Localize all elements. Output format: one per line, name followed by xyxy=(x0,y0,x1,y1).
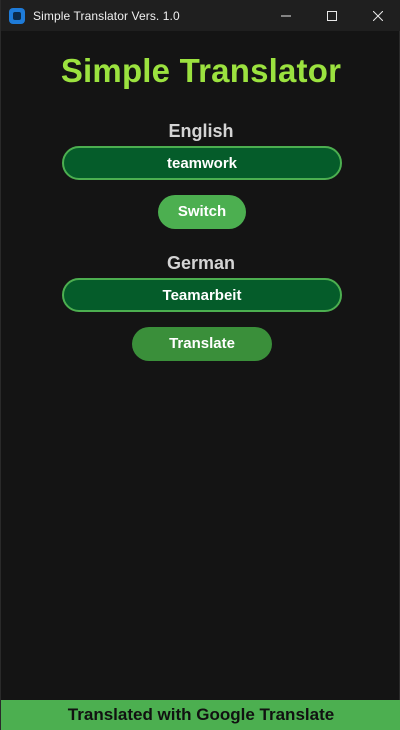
maximize-icon xyxy=(327,10,337,21)
switch-button[interactable]: Switch xyxy=(158,195,246,229)
maximize-button[interactable] xyxy=(309,0,355,31)
source-text-input[interactable] xyxy=(62,146,342,180)
title-bar[interactable]: Simple Translator Vers. 1.0 xyxy=(1,0,400,31)
app-heading: Simple Translator xyxy=(60,52,342,89)
close-button[interactable] xyxy=(355,0,400,31)
app-window: Simple Translator Vers. 1.0 Simple Trans… xyxy=(0,0,400,730)
translate-button[interactable]: Translate xyxy=(132,327,272,361)
window-title: Simple Translator Vers. 1.0 xyxy=(33,8,180,23)
source-language-label: English xyxy=(168,121,234,141)
target-text-output[interactable] xyxy=(62,278,342,312)
app-icon xyxy=(9,7,25,24)
minimize-icon xyxy=(281,15,291,16)
window-controls xyxy=(263,0,400,31)
attribution-footer: Translated with Google Translate xyxy=(1,700,400,730)
minimize-button[interactable] xyxy=(263,0,309,31)
close-icon xyxy=(373,10,383,21)
target-language-label: German xyxy=(166,253,236,273)
